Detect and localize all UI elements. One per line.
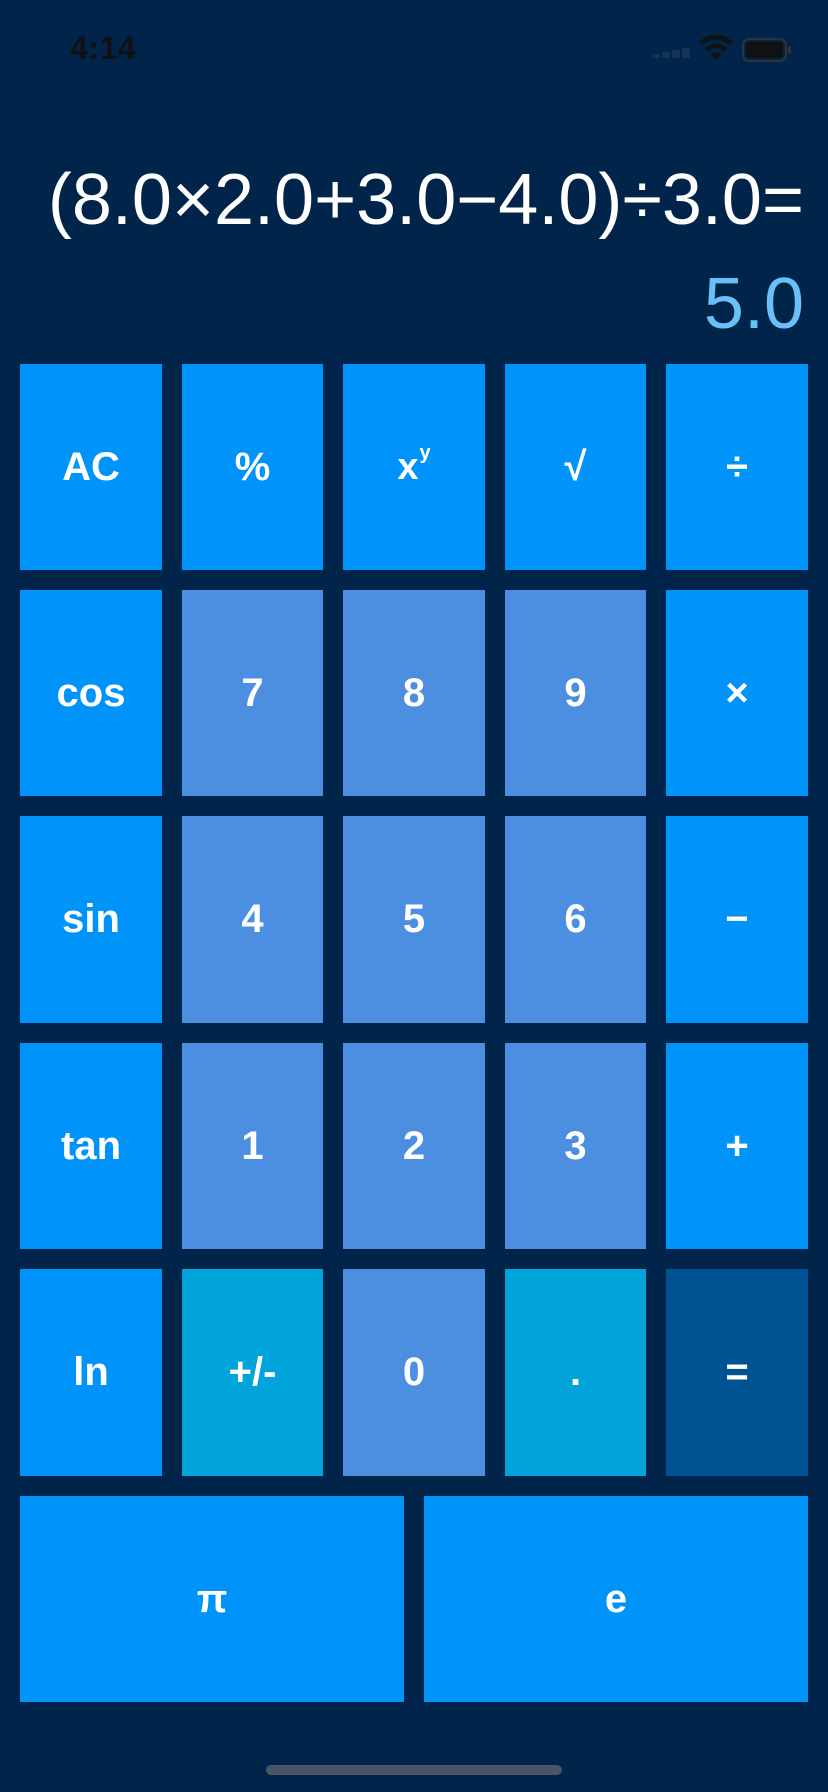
home-indicator[interactable] — [266, 1765, 562, 1775]
plus-button[interactable]: + — [666, 1043, 808, 1249]
result-display: 5.0 — [703, 264, 804, 344]
digit-6-button[interactable]: 6 — [505, 816, 646, 1023]
square-root-button[interactable]: √ — [505, 364, 646, 570]
digit-1-button[interactable]: 1 — [182, 1043, 323, 1249]
digit-5-button[interactable]: 5 — [343, 816, 485, 1023]
tan-button[interactable]: tan — [20, 1043, 162, 1249]
pi-button[interactable]: π — [20, 1496, 404, 1702]
clear-button[interactable]: AC — [20, 364, 162, 570]
status-time: 4:14 — [70, 30, 137, 66]
power-exponent-label: y — [419, 441, 431, 464]
ln-button[interactable]: ln — [20, 1269, 162, 1476]
percent-button[interactable]: % — [182, 364, 323, 570]
decimal-button[interactable]: . — [505, 1269, 646, 1476]
status-bar: 4:14 — [0, 0, 828, 100]
cellular-signal-icon — [652, 48, 692, 58]
digit-2-button[interactable]: 2 — [343, 1043, 485, 1249]
digit-7-button[interactable]: 7 — [182, 590, 323, 796]
expression-display: (8.0×2.0+3.0−4.0)÷3.0= — [47, 160, 804, 240]
wifi-icon — [699, 34, 733, 60]
negate-button[interactable]: +/- — [182, 1269, 323, 1476]
battery-icon — [742, 38, 791, 62]
multiply-button[interactable]: × — [666, 590, 808, 796]
divide-button[interactable]: ÷ — [666, 364, 808, 570]
equals-button[interactable]: = — [666, 1269, 808, 1476]
minus-button[interactable]: − — [666, 816, 808, 1023]
power-button[interactable]: xy — [343, 364, 485, 570]
sin-button[interactable]: sin — [20, 816, 162, 1023]
digit-0-button[interactable]: 0 — [343, 1269, 485, 1476]
digit-4-button[interactable]: 4 — [182, 816, 323, 1023]
euler-e-button[interactable]: e — [424, 1496, 808, 1702]
digit-9-button[interactable]: 9 — [505, 590, 646, 796]
digit-8-button[interactable]: 8 — [343, 590, 485, 796]
cos-button[interactable]: cos — [20, 590, 162, 796]
digit-3-button[interactable]: 3 — [505, 1043, 646, 1249]
power-base-label: x — [397, 445, 419, 488]
